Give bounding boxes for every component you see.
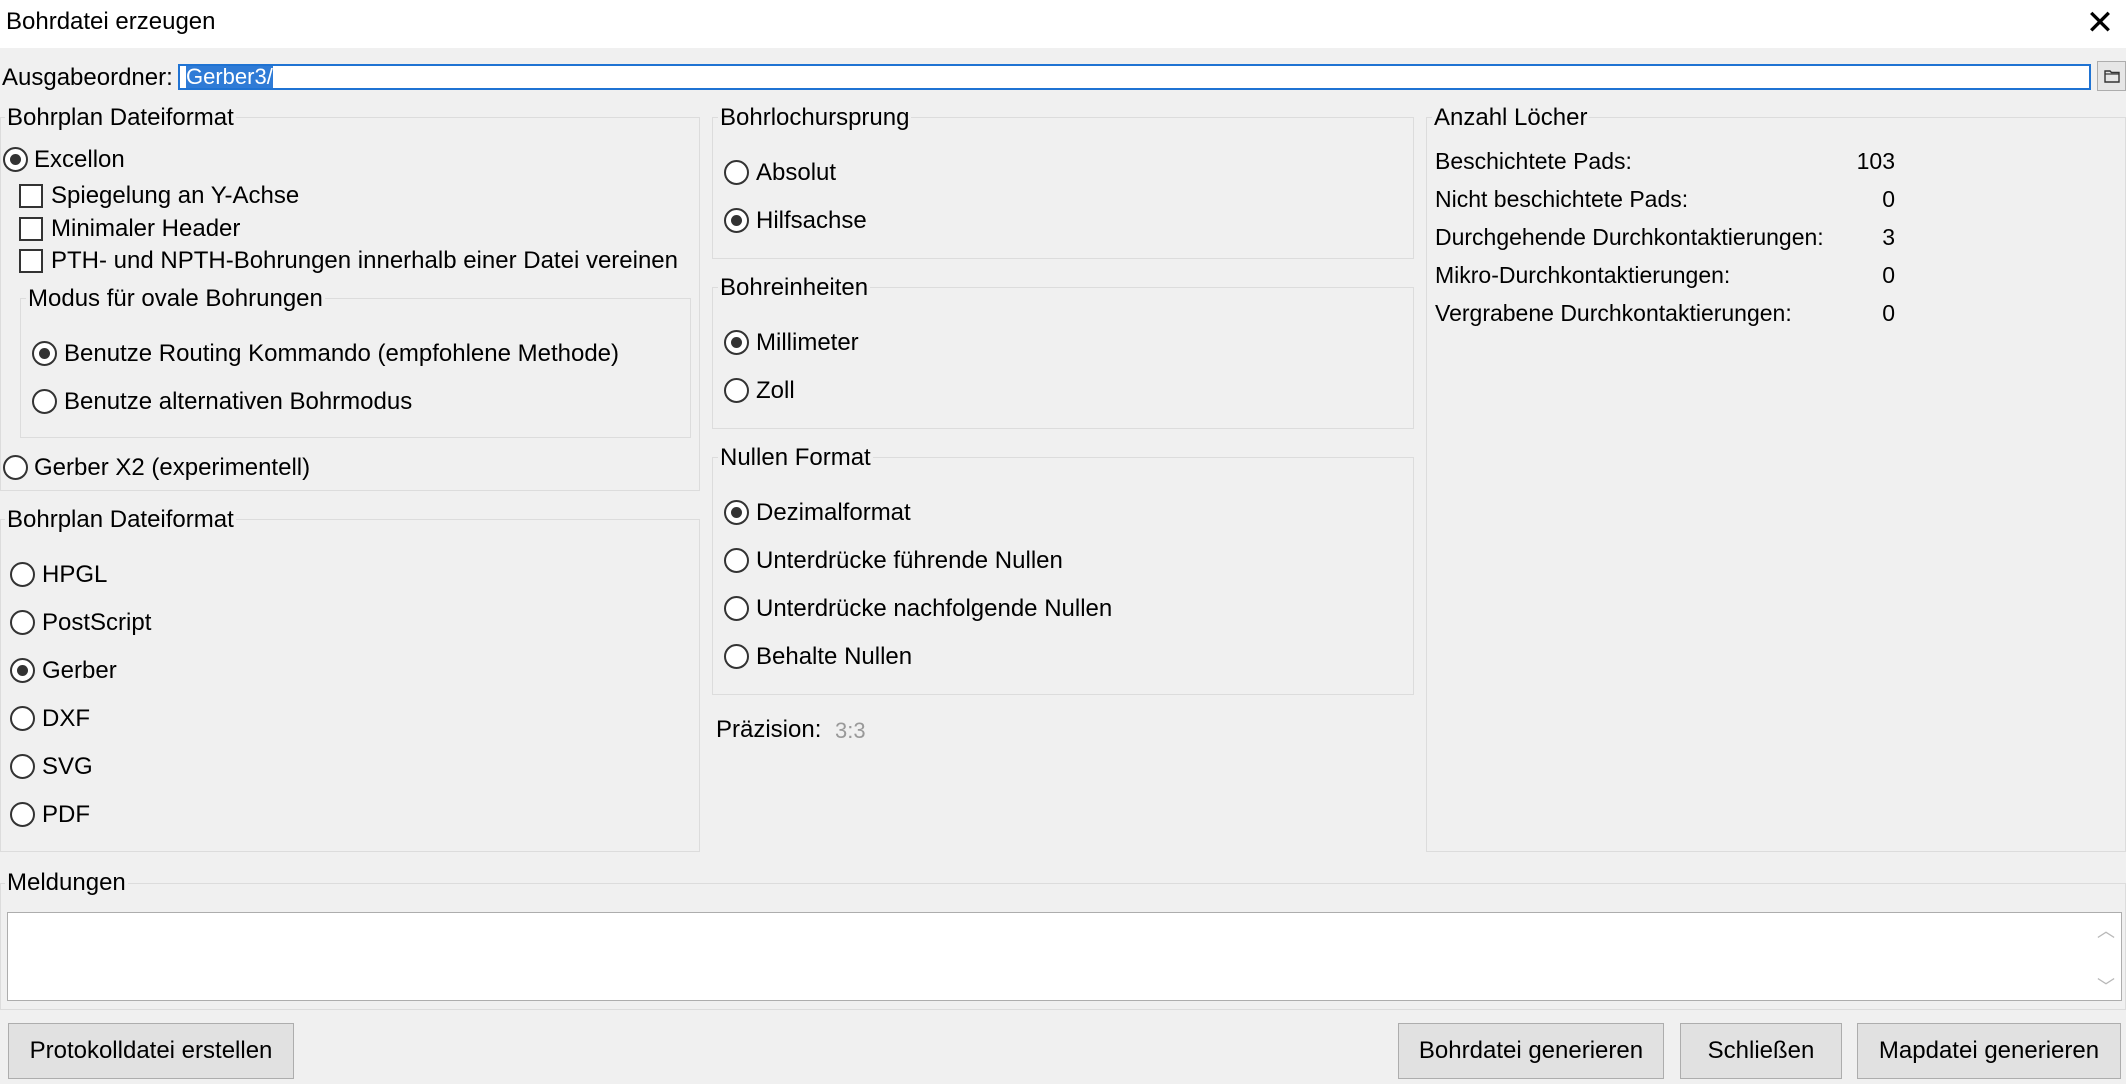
units-title: Bohreinheiten <box>718 274 871 302</box>
zeros-keep-label: Behalte Nullen <box>756 643 913 670</box>
folder-icon <box>2103 70 2120 83</box>
precision-label: Präzision: <box>716 716 822 743</box>
routing-mode-label: Benutze Routing Kommando (empfohlene Met… <box>64 340 619 367</box>
output-folder-label: Ausgabeordner: <box>2 64 173 91</box>
generate-map-button[interactable]: Mapdatei generieren <box>1857 1023 2121 1079</box>
through-vias-value: 3 <box>1882 224 1895 250</box>
output-folder-value: Gerber3/ <box>186 64 273 89</box>
origin-absolute-radio[interactable] <box>724 160 749 185</box>
hole-count-title: Anzahl Löcher <box>1432 104 1590 132</box>
oval-mode-group <box>20 298 691 438</box>
zeros-trailing-label: Unterdrücke nachfolgende Nullen <box>756 595 1113 622</box>
drill-format-title: Bohrplan Dateiformat <box>5 104 236 132</box>
map-dxf-label: DXF <box>42 705 90 732</box>
scroll-up-icon[interactable]: ︿ <box>2097 917 2115 943</box>
map-pdf-radio[interactable] <box>10 802 35 827</box>
close-button[interactable]: Schließen <box>1680 1023 1842 1079</box>
merge-pth-checkbox[interactable] <box>19 249 43 273</box>
map-hpgl-radio[interactable] <box>10 562 35 587</box>
generate-drill-button[interactable]: Bohrdatei generieren <box>1398 1023 1664 1079</box>
plated-pads-label: Beschichtete Pads: <box>1435 148 1632 174</box>
map-format-title: Bohrplan Dateiformat <box>5 506 236 534</box>
zeros-decimal-label: Dezimalformat <box>756 499 911 526</box>
buried-vias-value: 0 <box>1882 300 1895 326</box>
units-mm-label: Millimeter <box>756 329 859 356</box>
routing-mode-radio[interactable] <box>32 341 57 366</box>
units-group <box>712 287 1414 429</box>
merge-pth-label: PTH- und NPTH-Bohrungen innerhalb einer … <box>51 247 678 274</box>
gerber-x2-label: Gerber X2 (experimentell) <box>34 454 311 481</box>
origin-aux-radio[interactable] <box>724 208 749 233</box>
excellon-radio[interactable] <box>3 147 28 172</box>
origin-aux-label: Hilfsachse <box>756 207 867 234</box>
excellon-label: Excellon <box>34 146 125 173</box>
zeros-keep-radio[interactable] <box>724 644 749 669</box>
gerber-x2-radio[interactable] <box>3 455 28 480</box>
window-title: Bohrdatei erzeugen <box>6 8 216 35</box>
nonplated-pads-value: 0 <box>1882 186 1895 212</box>
map-gerber-label: Gerber <box>42 657 117 684</box>
micro-vias-label: Mikro-Durchkontaktierungen: <box>1435 262 1731 288</box>
units-inch-radio[interactable] <box>724 378 749 403</box>
buried-vias-label: Vergrabene Durchkontaktierungen: <box>1435 300 1792 326</box>
map-postscript-label: PostScript <box>42 609 152 636</box>
mirror-y-label: Spiegelung an Y-Achse <box>51 182 300 209</box>
create-report-button[interactable]: Protokolldatei erstellen <box>8 1023 294 1079</box>
mirror-y-checkbox[interactable] <box>19 184 43 208</box>
map-svg-label: SVG <box>42 753 93 780</box>
map-gerber-radio[interactable] <box>10 658 35 683</box>
origin-group <box>712 117 1414 259</box>
close-icon[interactable]: ✕ <box>2076 2 2124 46</box>
map-pdf-label: PDF <box>42 801 90 828</box>
minimal-header-label: Minimaler Header <box>51 215 241 242</box>
messages-title: Meldungen <box>5 869 128 897</box>
output-folder-input[interactable]: Gerber3/ <box>178 64 2091 90</box>
zeros-leading-radio[interactable] <box>724 548 749 573</box>
map-dxf-radio[interactable] <box>10 706 35 731</box>
zeros-title: Nullen Format <box>718 444 873 472</box>
messages-textarea[interactable]: ︿ ﹀ <box>7 912 2122 1001</box>
alternative-mode-radio[interactable] <box>32 389 57 414</box>
map-postscript-radio[interactable] <box>10 610 35 635</box>
map-hpgl-label: HPGL <box>42 561 108 588</box>
scroll-down-icon[interactable]: ﹀ <box>2097 973 2115 999</box>
title-bar <box>0 0 2126 48</box>
browse-folder-button[interactable] <box>2097 61 2126 91</box>
units-inch-label: Zoll <box>756 377 795 404</box>
origin-absolute-label: Absolut <box>756 159 837 186</box>
nonplated-pads-label: Nicht beschichtete Pads: <box>1435 186 1689 212</box>
units-mm-radio[interactable] <box>724 330 749 355</box>
messages-scrollbar[interactable]: ︿ ﹀ <box>2093 913 2121 1000</box>
minimal-header-checkbox[interactable] <box>19 217 43 241</box>
zeros-decimal-radio[interactable] <box>724 500 749 525</box>
zeros-leading-label: Unterdrücke führende Nullen <box>756 547 1063 574</box>
map-svg-radio[interactable] <box>10 754 35 779</box>
zeros-trailing-radio[interactable] <box>724 596 749 621</box>
alternative-mode-label: Benutze alternativen Bohrmodus <box>64 388 413 415</box>
precision-value: 3:3 <box>835 718 866 743</box>
origin-title: Bohrlochursprung <box>718 104 912 132</box>
micro-vias-value: 0 <box>1882 262 1895 288</box>
through-vias-label: Durchgehende Durchkontaktierungen: <box>1435 224 1824 250</box>
plated-pads-value: 103 <box>1856 148 1895 174</box>
oval-mode-title: Modus für ovale Bohrungen <box>26 285 325 313</box>
